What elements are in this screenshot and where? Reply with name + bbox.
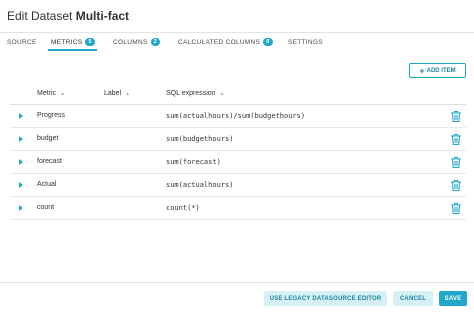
tab-calculated-columns[interactable]: CALCULATED COLUMNS 0 — [178, 37, 273, 47]
trash-icon[interactable] — [450, 202, 462, 215]
table-row: budget sum(budgethours) — [10, 128, 466, 151]
plus-icon: + — [419, 65, 425, 76]
add-item-button[interactable]: + ADD ITEM — [409, 63, 466, 78]
tab-columns-badge: 2 — [150, 38, 160, 46]
tab-source[interactable]: SOURCE — [7, 37, 37, 47]
trash-icon[interactable] — [450, 156, 462, 169]
tab-source-label: SOURCE — [7, 38, 37, 46]
sql-expression[interactable]: sum(budgethours) — [166, 135, 233, 143]
sort-icon: ▲︎ — [219, 90, 225, 97]
tab-columns-label: COLUMNS — [113, 38, 148, 46]
tab-settings-label: SETTINGS — [288, 38, 323, 46]
expand-row-icon[interactable] — [19, 159, 23, 165]
metric-name[interactable]: forecast — [37, 158, 62, 165]
metric-name[interactable]: Progress — [37, 112, 65, 119]
modal-title: Edit Dataset Multi-fact — [7, 9, 129, 23]
sort-icon: ▲︎ — [125, 90, 131, 97]
expand-row-icon[interactable] — [19, 205, 23, 211]
expand-row-icon[interactable] — [19, 136, 23, 142]
column-header-label-label: Label — [104, 90, 122, 97]
expand-row-icon[interactable] — [19, 113, 23, 119]
metric-name[interactable]: count — [37, 204, 54, 211]
active-tab-indicator — [48, 49, 97, 51]
use-legacy-editor-button[interactable]: USE LEGACY DATASOURCE EDITOR — [264, 291, 387, 306]
trash-icon[interactable] — [450, 133, 462, 146]
tab-calculated-columns-badge: 0 — [263, 38, 273, 46]
tab-metrics[interactable]: METRICS 5 — [51, 37, 95, 47]
column-header-sql[interactable]: SQL expression ▲︎ — [166, 90, 225, 97]
tab-columns[interactable]: COLUMNS 2 — [113, 37, 160, 47]
sql-expression[interactable]: sum(actualhours) — [166, 181, 233, 189]
sql-expression[interactable]: sum(forecast) — [166, 158, 221, 166]
tab-metrics-badge: 5 — [85, 38, 95, 46]
metric-name[interactable]: Actual — [37, 181, 56, 188]
save-button[interactable]: SAVE — [439, 291, 467, 306]
metrics-table-header: Metric ▲︎ Label ▲︎ SQL expression ▲︎ — [10, 86, 466, 105]
cancel-button[interactable]: CANCEL — [393, 291, 433, 306]
modal-title-prefix: Edit Dataset — [7, 9, 73, 23]
expand-row-icon[interactable] — [19, 182, 23, 188]
column-header-metric[interactable]: Metric ▲︎ — [37, 90, 65, 97]
modal-title-name: Multi-fact — [75, 9, 130, 23]
table-row: count count(*) — [10, 197, 466, 220]
sort-icon: ▲︎ — [60, 90, 66, 97]
tab-calculated-columns-label: CALCULATED COLUMNS — [178, 38, 261, 46]
sql-expression[interactable]: count(*) — [166, 204, 200, 212]
modal-header: Edit Dataset Multi-fact — [0, 0, 474, 33]
column-header-metric-label: Metric — [37, 90, 57, 97]
add-item-label: ADD ITEM — [426, 67, 456, 74]
tab-settings[interactable]: SETTINGS — [288, 37, 323, 47]
table-row: Progress sum(actualhours)/sum(budgethour… — [10, 105, 466, 128]
trash-icon[interactable] — [450, 179, 462, 192]
trash-icon[interactable] — [450, 110, 462, 123]
metric-name[interactable]: budget — [37, 135, 58, 142]
table-row: Actual sum(actualhours) — [10, 174, 466, 197]
tab-metrics-label: METRICS — [51, 38, 83, 46]
column-header-sql-label: SQL expression — [166, 90, 216, 97]
table-row: forecast sum(forecast) — [10, 151, 466, 174]
sql-expression[interactable]: sum(actualhours)/sum(budgethours) — [166, 112, 305, 120]
column-header-label[interactable]: Label ▲︎ — [104, 90, 130, 97]
